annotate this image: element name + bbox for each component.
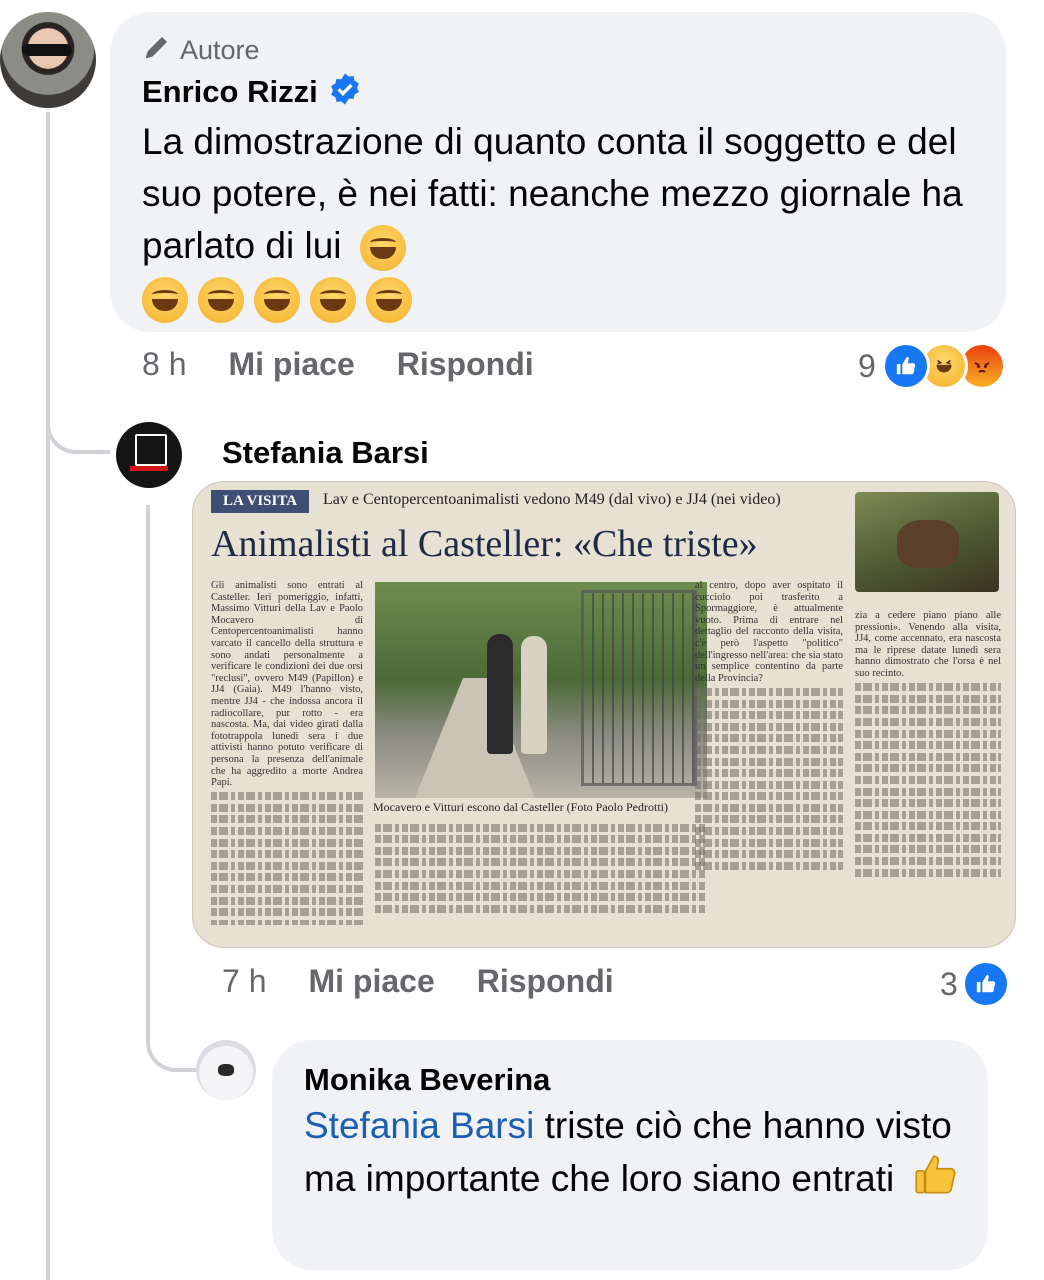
laughing-emoji bbox=[310, 277, 356, 324]
avatar-dog bbox=[218, 1064, 234, 1076]
like-reaction-icon bbox=[961, 960, 1010, 1008]
reply-button[interactable]: Rispondi bbox=[397, 346, 534, 383]
news-column-3: zia a cedere piano piano alle pressioni»… bbox=[855, 610, 1001, 925]
avatar-enrico[interactable] bbox=[0, 12, 96, 108]
timestamp[interactable]: 8 h bbox=[142, 346, 186, 383]
author-name[interactable]: Stefania Barsi bbox=[222, 435, 429, 471]
mention-link[interactable]: Stefania Barsi bbox=[304, 1105, 534, 1146]
newspaper-clipping-image[interactable]: LA VISITA Lav e Centopercentoanimalisti … bbox=[192, 481, 1016, 948]
news-column-2: al centro, dopo aver ospitato il cucciol… bbox=[695, 580, 843, 925]
like-button[interactable]: Mi piace bbox=[308, 963, 434, 1000]
avatar-logo bbox=[135, 434, 167, 466]
avatar-logo-red bbox=[130, 466, 168, 471]
news-column-1: Gli animalisti sono entrati al Casteller… bbox=[211, 580, 363, 925]
thread-line-main bbox=[46, 112, 50, 1280]
news-column-text: zia a cedere piano piano alle pressioni»… bbox=[855, 610, 1001, 679]
reply-button[interactable]: Rispondi bbox=[477, 963, 614, 1000]
comment-text-enrico: La dimostrazione di quanto conta il sogg… bbox=[142, 116, 992, 324]
bear-photo bbox=[855, 492, 999, 592]
avatar-stefania[interactable] bbox=[116, 422, 182, 488]
author-badge: Autore bbox=[142, 32, 260, 69]
news-column-text: al centro, dopo aver ospitato il cucciol… bbox=[695, 580, 843, 684]
laughing-emoji bbox=[254, 277, 300, 324]
reactions-stefania[interactable]: 3 bbox=[940, 960, 1010, 1008]
laughing-emoji bbox=[359, 225, 406, 272]
author-name[interactable]: Enrico Rizzi bbox=[142, 74, 318, 110]
avatar-monika[interactable] bbox=[196, 1040, 256, 1100]
laughing-emoji bbox=[142, 277, 188, 324]
like-button[interactable]: Mi piace bbox=[228, 346, 354, 383]
news-headline: Animalisti al Casteller: «Che triste» bbox=[211, 523, 758, 565]
news-subheadline: Lav e Centopercentoanimalisti vedono M49… bbox=[323, 491, 781, 508]
verified-badge-icon bbox=[328, 72, 362, 111]
comment-meta-enrico: 8 h Mi piace Rispondi bbox=[142, 346, 534, 383]
news-photo bbox=[375, 582, 707, 798]
reaction-count: 9 bbox=[858, 347, 876, 384]
like-reaction-icon bbox=[881, 342, 930, 390]
sunglasses bbox=[22, 44, 72, 56]
timestamp[interactable]: 7 h bbox=[222, 963, 266, 1000]
comment-text-monika: Stefania Barsi triste ciò che hanno vist… bbox=[304, 1102, 974, 1212]
thread-line-reply-curve bbox=[146, 1030, 198, 1072]
thread-line-reply bbox=[146, 505, 150, 1045]
comment-header-enrico: Enrico Rizzi bbox=[142, 72, 362, 111]
laughing-emoji bbox=[198, 277, 244, 324]
author-badge-label: Autore bbox=[180, 35, 260, 65]
news-column-mid bbox=[375, 820, 707, 928]
laughing-emoji bbox=[366, 277, 412, 324]
reactions-enrico[interactable]: 9 bbox=[858, 342, 1006, 390]
reaction-count: 3 bbox=[940, 965, 958, 1002]
author-name[interactable]: Monika Beverina bbox=[304, 1062, 550, 1098]
news-photo-caption: Mocavero e Vitturi escono dal Casteller … bbox=[373, 800, 668, 814]
news-kicker: LA VISITA bbox=[211, 490, 310, 513]
pencil-icon bbox=[142, 32, 172, 69]
thumbs-up-emoji bbox=[911, 1150, 961, 1212]
comment-body: La dimostrazione di quanto conta il sogg… bbox=[142, 121, 963, 266]
comment-meta-stefania: 7 h Mi piace Rispondi bbox=[222, 963, 614, 1000]
news-column-text: Gli animalisti sono entrati al Casteller… bbox=[211, 580, 363, 789]
thread-line-curve bbox=[46, 412, 110, 454]
